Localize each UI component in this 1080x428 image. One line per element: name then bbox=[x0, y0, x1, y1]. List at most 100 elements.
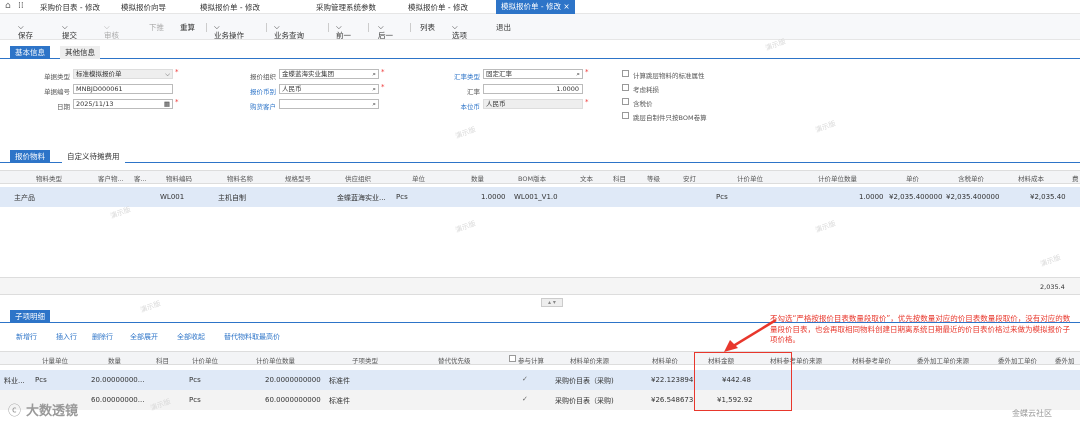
rate-type-label[interactable]: 汇率类型 bbox=[420, 71, 480, 81]
tab-quote-edit-active[interactable]: 模拟报价单 - 修改 × bbox=[496, 0, 575, 14]
checkbox-label: 计算跳层物料的标准属性 bbox=[633, 72, 705, 80]
column-header: 材料单价 bbox=[652, 357, 678, 365]
options-button[interactable]: 选项 ⌵ bbox=[452, 22, 467, 40]
search-icon[interactable]: ⌕ bbox=[372, 85, 376, 93]
tab-quote-edit-2[interactable]: 模拟报价单 - 修改 bbox=[408, 2, 468, 13]
org-field[interactable]: 金蝶蓝海实业集团 ⌕ bbox=[279, 69, 379, 79]
tab-price-list[interactable]: 采购价目表 - 修改 bbox=[40, 2, 100, 13]
column-header: 物料类型 bbox=[36, 175, 62, 183]
checkbox-label: 含税价 bbox=[633, 100, 653, 108]
column-header: 子项类型 bbox=[352, 357, 378, 365]
cell-unit: Pcs bbox=[396, 193, 408, 201]
required-mark: * bbox=[585, 68, 589, 76]
home-icon[interactable]: ⌂ bbox=[5, 1, 11, 11]
exit-button[interactable]: 退出 bbox=[496, 22, 511, 33]
local-currency-label[interactable]: 本位币 bbox=[420, 101, 481, 111]
divider bbox=[328, 23, 329, 32]
required-mark: * bbox=[585, 98, 589, 106]
collapse-all-button[interactable]: 全部收起 bbox=[177, 332, 205, 342]
rate-type-value: 固定汇率 bbox=[486, 70, 512, 78]
customer-field[interactable]: ⌕ bbox=[279, 99, 379, 109]
tab-sub-detail[interactable]: 子项明细 bbox=[10, 310, 50, 323]
biz-query-button[interactable]: 业务查询 ⌵ bbox=[274, 22, 304, 40]
insert-row-button[interactable]: 插入行 bbox=[56, 332, 77, 342]
tab-quote-material[interactable]: 报价物料 bbox=[10, 150, 50, 163]
required-mark: * bbox=[175, 98, 179, 106]
save-label: 保存 bbox=[18, 31, 33, 40]
cell-price-unit-qty: 1.0000 bbox=[859, 193, 884, 201]
bill-no-field[interactable]: MNBJD000061 bbox=[73, 84, 173, 94]
search-icon[interactable]: ⌕ bbox=[576, 70, 580, 78]
tab-custom-expense[interactable]: 自定义待摊费用 bbox=[62, 150, 125, 163]
next-button[interactable]: 后一 ⌵ bbox=[378, 22, 393, 40]
prev-label: 前一 bbox=[336, 31, 351, 40]
column-header: 物料编码 bbox=[166, 175, 192, 183]
push-button[interactable]: 下推 bbox=[149, 22, 164, 33]
prev-button[interactable]: 前一 ⌵ bbox=[336, 22, 351, 40]
tab-other-info[interactable]: 其他信息 bbox=[60, 46, 100, 59]
column-header: 计价单位 bbox=[737, 175, 763, 183]
watermark-text: 演示版 bbox=[814, 119, 837, 135]
brand-left: 大数透镜 bbox=[26, 404, 79, 419]
customer-label[interactable]: 购货客户 bbox=[216, 101, 276, 111]
checkbox-consider-loss[interactable] bbox=[622, 84, 629, 91]
checkbox-bom-only[interactable] bbox=[622, 112, 629, 119]
submit-button[interactable]: 提交 ⌵ bbox=[62, 22, 77, 40]
list-button[interactable]: 列表 bbox=[420, 22, 435, 33]
divider bbox=[368, 23, 369, 32]
date-field[interactable]: 2025/11/13 ▦ bbox=[73, 99, 173, 109]
cell-sub-type: 标准件 bbox=[329, 397, 350, 405]
rate-label: 汇率 bbox=[467, 88, 480, 96]
search-icon[interactable]: ⌕ bbox=[372, 100, 376, 108]
close-icon[interactable]: × bbox=[563, 2, 569, 11]
bill-type-label: 单据类型 bbox=[44, 73, 70, 81]
replace-highest-price-button[interactable]: 替代物料取最高价 bbox=[224, 332, 280, 342]
tab-quote-edit-1[interactable]: 模拟报价单 - 修改 bbox=[200, 2, 260, 13]
column-header: 物料名称 bbox=[227, 175, 253, 183]
select-all-checkbox[interactable] bbox=[509, 355, 516, 362]
currency-label[interactable]: 报价币别 bbox=[216, 86, 276, 96]
cell-price-unit-qty: 60.0000000000 bbox=[265, 396, 321, 404]
column-header: 参与计算 bbox=[518, 357, 544, 365]
tab-quote-wizard[interactable]: 模拟报价向导 bbox=[121, 2, 166, 13]
splitter-handle-icon[interactable]: ▴ ▾ bbox=[541, 298, 563, 307]
add-row-button[interactable]: 新增行 bbox=[16, 332, 37, 342]
calendar-icon[interactable]: ▦ bbox=[164, 100, 170, 108]
checked-checkbox[interactable]: ✓ bbox=[522, 375, 528, 383]
checkbox-tax-included[interactable] bbox=[622, 98, 629, 105]
cell-price-unit: Pcs bbox=[189, 376, 201, 384]
checkbox-skip-level-standard[interactable] bbox=[622, 70, 629, 77]
search-icon[interactable]: ⌕ bbox=[372, 70, 376, 78]
detail-tabs: 报价物料 自定义待摊费用 bbox=[0, 150, 1080, 163]
bill-type-value: 标准模拟报价单 bbox=[76, 70, 122, 78]
column-header: 规格型号 bbox=[285, 175, 311, 183]
tab-system-params[interactable]: 采购管理系统参数 bbox=[316, 2, 376, 13]
currency-field[interactable]: 人民币 ⌕ bbox=[279, 84, 379, 94]
cell-material-type: 主产品 bbox=[14, 194, 35, 202]
grid-menu-icon[interactable]: ⁞⁞ bbox=[18, 1, 24, 11]
delete-row-button[interactable]: 删除行 bbox=[92, 332, 113, 342]
chevron-down-icon: ⌵ bbox=[165, 70, 170, 78]
cell-price-unit-qty: 20.0000000000 bbox=[265, 376, 321, 384]
watermark-text: 演示版 bbox=[814, 219, 837, 235]
bill-type-select[interactable]: 标准模拟报价单 ⌵ bbox=[73, 69, 173, 79]
currency-value: 人民币 bbox=[282, 85, 302, 93]
expand-all-button[interactable]: 全部展开 bbox=[130, 332, 158, 342]
column-header: 文本 bbox=[580, 175, 593, 183]
watermark-text: 演示版 bbox=[1039, 253, 1062, 269]
recalc-button[interactable]: 重算 bbox=[180, 22, 195, 33]
biz-op-button[interactable]: 业务操作 ⌵ bbox=[214, 22, 244, 40]
bill-no-label: 单据编号 bbox=[44, 88, 70, 96]
table-row[interactable] bbox=[0, 370, 1080, 390]
rate-field[interactable]: 1.0000 bbox=[483, 84, 583, 94]
column-header: 材料单价来源 bbox=[570, 357, 609, 365]
tab-basic-info[interactable]: 基本信息 bbox=[10, 46, 50, 59]
save-button[interactable]: 保存 ⌵ bbox=[18, 22, 33, 40]
cell-supply-org: 金蝶蓝海实业... bbox=[337, 194, 386, 202]
date-value: 2025/11/13 bbox=[76, 100, 114, 108]
audit-button[interactable]: 审核 ⌵ bbox=[104, 22, 119, 40]
column-header: 委外加工单价来源 bbox=[917, 357, 969, 365]
rate-type-field[interactable]: 固定汇率 ⌕ bbox=[483, 69, 583, 79]
cell-material-code: WL001 bbox=[160, 193, 185, 201]
checked-checkbox[interactable]: ✓ bbox=[522, 395, 528, 403]
